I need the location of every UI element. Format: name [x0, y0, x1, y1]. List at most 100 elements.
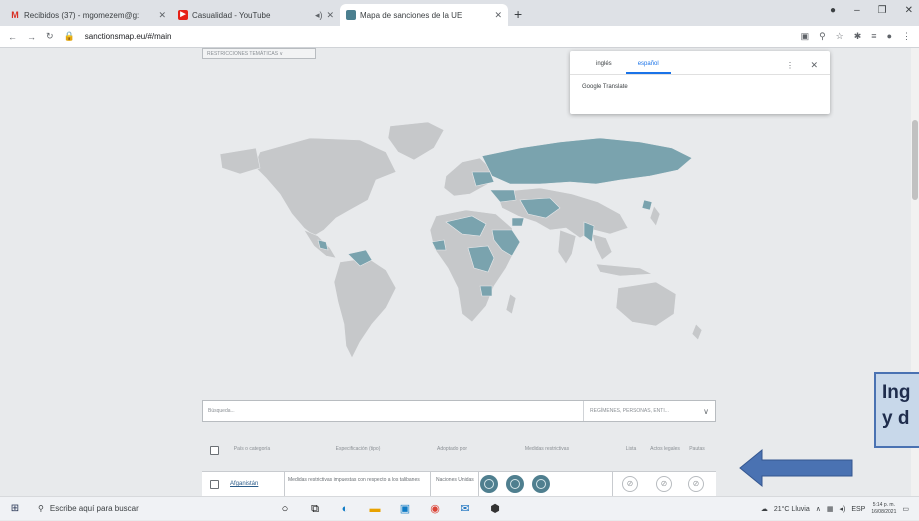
address-bar: ← → ↻ 🔒 sanctionsmap.eu/#/main ▣ ⚲ ☆ ✱ ≡… [0, 26, 919, 48]
column-divider [430, 472, 431, 497]
column-divider [478, 472, 479, 497]
country-link[interactable]: Afganistán [230, 481, 258, 487]
select-all-checkbox[interactable] [210, 446, 219, 455]
language-indicator[interactable]: ESP [851, 506, 865, 513]
maximize-button[interactable]: ❐ [878, 5, 887, 16]
yemen [511, 217, 525, 227]
task-view-icon[interactable]: ⧉ [308, 502, 322, 516]
weather-text[interactable]: 21°C Lluvia [774, 506, 810, 513]
forward-icon[interactable]: → [27, 32, 36, 42]
close-tab-icon[interactable]: ✕ [326, 10, 334, 21]
callout-line-2: y d [882, 408, 910, 429]
clock[interactable]: 5:14 p. m. 16/08/2021 [871, 502, 896, 516]
annotation-callout: Ing y d [874, 372, 919, 448]
world-map [219, 121, 703, 359]
header-measures[interactable]: Medidas restrictivas [492, 446, 602, 453]
menu-icon[interactable]: ⋮ [902, 31, 911, 42]
thematic-restrictions-filter[interactable]: RESTRICCIONES TEMÁTICAS ∨ [202, 48, 316, 59]
close-tab-icon[interactable]: ✕ [158, 10, 166, 21]
japan [649, 205, 661, 227]
speaker-icon[interactable]: ◂) [315, 10, 323, 21]
indonesia [595, 263, 654, 277]
table-row[interactable]: Afganistán Medidas restrictivas impuesta… [202, 471, 716, 497]
avatar[interactable]: ● [887, 31, 892, 42]
row-checkbox[interactable] [210, 480, 219, 489]
taskbar-search[interactable]: ⚲ Escribe aquí para buscar [30, 497, 262, 521]
north-korea [641, 199, 653, 211]
mail-icon[interactable]: ✉ [458, 502, 472, 516]
column-divider [284, 472, 285, 497]
travel-ban-icon[interactable] [532, 475, 550, 493]
close-window-button[interactable]: ✕ [905, 5, 913, 16]
translate-target-language[interactable]: español [625, 61, 671, 74]
network-icon[interactable]: ▦ [827, 505, 834, 513]
volume-icon[interactable]: ◂) [839, 505, 845, 513]
edge-icon[interactable]: ◐ [338, 502, 352, 516]
header-legal-acts[interactable]: Actos legales [648, 446, 682, 453]
guidelines-document-icon[interactable]: ⊘ [688, 476, 704, 492]
search-input[interactable]: Búsqueda... [203, 408, 583, 414]
tab-title: Mapa de sanciones de la UE [360, 10, 463, 20]
minimize-button[interactable]: – [854, 5, 860, 16]
chrome-icon[interactable]: ◉ [428, 502, 442, 516]
close-tab-icon[interactable]: ✕ [494, 10, 502, 21]
header-specification[interactable]: Especificación (tipo) [302, 446, 414, 453]
tab-title: Casualidad - YouTube [192, 10, 271, 20]
legal-acts-document-icon[interactable]: ⊘ [656, 476, 672, 492]
adopted-by-cell: Naciones Unidas [436, 477, 474, 483]
header-country[interactable]: País o categoría [230, 446, 274, 453]
cortana-icon[interactable]: ○ [278, 502, 292, 516]
specification-cell: Medidas restrictivas impuestas con respe… [288, 477, 420, 483]
tab-gmail[interactable]: M Recibidos (37) - mgomezem@g: ✕ [4, 4, 172, 26]
url-field[interactable]: sanctionsmap.eu/#/main [85, 32, 791, 41]
asset-freeze-icon[interactable] [506, 475, 524, 493]
app-icon[interactable]: ⬢ [488, 502, 502, 516]
windows-start-icon[interactable]: ⊞ [0, 503, 30, 514]
scrollbar-thumb[interactable] [912, 120, 918, 200]
profile-icon[interactable]: ● [830, 5, 836, 16]
lock-icon[interactable]: 🔒 [64, 31, 75, 42]
arms-embargo-icon[interactable] [480, 475, 498, 493]
annotation-arrow [739, 448, 853, 488]
tray-chevron-icon[interactable]: ∧ [816, 505, 821, 513]
zimbabwe [479, 285, 493, 297]
translate-source-language[interactable]: inglés [596, 61, 612, 74]
tab-youtube[interactable]: ▶ Casualidad - YouTube ◂) ✕ [172, 4, 340, 26]
chevron-down-icon: ∨ [703, 406, 709, 416]
store-icon[interactable]: ▣ [398, 502, 412, 516]
new-tab-button[interactable]: + [514, 6, 522, 22]
bookmark-star-icon[interactable]: ☆ [836, 31, 844, 42]
file-explorer-icon[interactable]: ▬ [368, 502, 382, 516]
clock-date: 16/08/2021 [871, 509, 897, 515]
north-america [253, 137, 397, 237]
reload-icon[interactable]: ↻ [46, 31, 54, 42]
back-icon[interactable]: ← [8, 32, 17, 42]
translate-close-icon[interactable]: ✕ [810, 60, 818, 71]
header-adopted-by[interactable]: Adoptado por [430, 446, 474, 453]
google-translate-popup: inglés español ⋮ ✕ Google Translate [570, 51, 830, 114]
weather-icon[interactable]: ☁ [761, 505, 768, 513]
list-document-icon[interactable]: ⊘ [622, 476, 638, 492]
zoom-icon[interactable]: ⚲ [819, 31, 826, 42]
reading-list-icon[interactable]: ≡ [871, 31, 876, 42]
south-america [333, 257, 397, 359]
clock-time: 5:14 p. m. [872, 502, 895, 508]
tab-sanctions-map[interactable]: Mapa de sanciones de la UE ✕ [340, 4, 508, 26]
page-content: RESTRICCIONES TEMÁTICAS ∨ inglés español… [0, 48, 919, 497]
browser-tabbar: M Recibidos (37) - mgomezem@g: ✕ ▶ Casua… [0, 0, 919, 26]
header-guidelines[interactable]: Pautas [682, 446, 712, 453]
turkey-syria [489, 189, 517, 203]
notifications-icon[interactable]: ▭ [902, 505, 909, 513]
header-list[interactable]: Lista [616, 446, 646, 453]
search-icon: ⚲ [38, 504, 44, 513]
translate-menu-icon[interactable]: ⋮ [786, 61, 794, 70]
extensions-icon[interactable]: ✱ [854, 31, 862, 42]
sanctions-search-bar: Búsqueda... REGÍMENES, PERSONAS, ENTI...… [202, 400, 716, 422]
india [557, 229, 577, 265]
translate-icon[interactable]: ▣ [801, 31, 810, 42]
australia [615, 281, 677, 327]
alaska [219, 147, 261, 175]
search-category-dropdown[interactable]: REGÍMENES, PERSONAS, ENTI... ∨ [583, 401, 715, 421]
tab-title: Recibidos (37) - mgomezem@g: [24, 10, 140, 20]
gmail-icon: M [11, 10, 19, 20]
